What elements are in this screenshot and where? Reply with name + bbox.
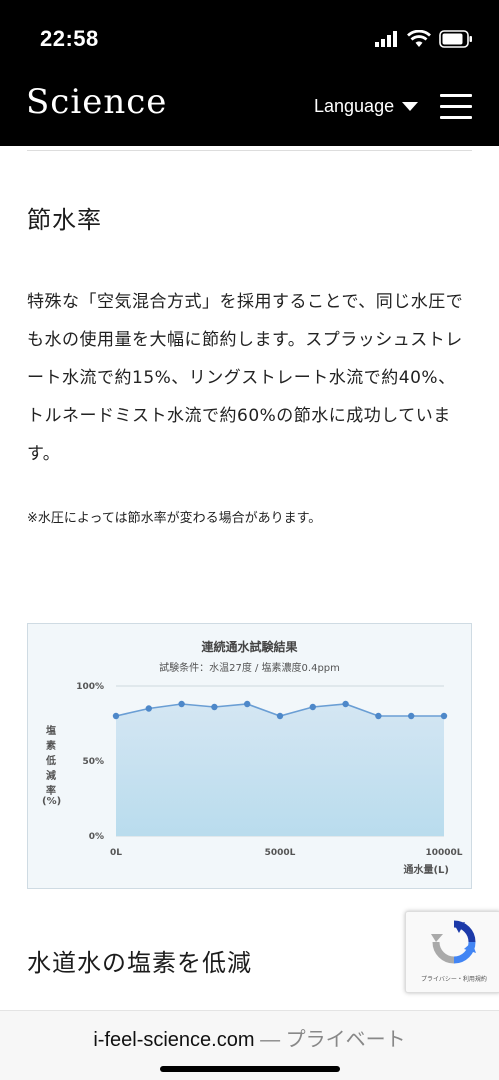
- chart-plot: 100% 50% 0% 0L 5000L 10000L: [76, 682, 463, 858]
- private-mode-label: プライベート: [285, 1029, 406, 1051]
- status-icons: [375, 30, 473, 48]
- chart-y-tick-label: 0%: [89, 832, 104, 842]
- hamburger-menu-icon[interactable]: [440, 94, 472, 120]
- chart-area-fill: [116, 704, 444, 836]
- divider: [27, 150, 472, 151]
- chart-y-tick-label: 50%: [82, 757, 104, 767]
- chart-data-point: [375, 712, 382, 720]
- language-button[interactable]: Language: [314, 96, 419, 117]
- chart-data-point: [178, 700, 185, 708]
- water-pressure-note: ※水圧によっては節水率が変わる場合があります。: [27, 511, 322, 526]
- caret-down-icon: [402, 101, 419, 111]
- chart-x-tick-label: 10000L: [425, 848, 462, 858]
- chart-x-tick-label: 0L: [110, 848, 122, 858]
- water-saving-paragraph: 特殊な「空気混合方式」を採用することで、同じ水圧でも水の使用量を大幅に節約します…: [27, 292, 464, 464]
- chart-data-point: [112, 712, 120, 720]
- home-indicator[interactable]: [160, 1066, 340, 1072]
- battery-icon: [439, 30, 472, 48]
- url-separator: —: [254, 1029, 286, 1051]
- chart-data-point: [408, 712, 415, 720]
- section-heading-chlorine: 水道水の塩素を低減: [27, 949, 252, 977]
- chart-x-tick-label: 5000L: [265, 848, 296, 858]
- chart-y-tick-label: 100%: [76, 682, 104, 692]
- chart-data-point: [276, 712, 284, 720]
- recaptcha-icon: [431, 920, 476, 964]
- chart-data-point: [342, 700, 349, 708]
- url-domain: i-feel-science.com: [93, 1029, 255, 1051]
- url-text[interactable]: i-feel-science.com — プライベート: [0, 1023, 499, 1052]
- section-heading-water-saving: 節水率: [27, 206, 102, 234]
- signal-icon: [375, 31, 397, 47]
- recaptcha-caption[interactable]: プライバシー・利用規約: [406, 974, 499, 983]
- chart-data-point: [440, 712, 448, 720]
- chart-data-point: [309, 703, 316, 711]
- site-logo[interactable]: Science: [26, 82, 167, 122]
- wifi-icon: [407, 30, 431, 47]
- recaptcha-badge[interactable]: プライバシー・利用規約: [405, 911, 499, 993]
- status-bar: 22:58: [0, 0, 499, 78]
- status-time: 22:58: [40, 26, 99, 51]
- chart-data-point: [145, 705, 152, 712]
- browser-url-bar[interactable]: i-feel-science.com — プライベート: [0, 1010, 499, 1080]
- chart-data-point: [211, 703, 218, 711]
- chart-data-point: [244, 700, 251, 708]
- chlorine-chart: 連続通水試験結果 試験条件：水温27度 / 塩素濃度0.4ppm 塩素低減率 (…: [27, 623, 472, 889]
- language-label: Language: [314, 96, 395, 116]
- site-header: Science Language: [0, 78, 499, 146]
